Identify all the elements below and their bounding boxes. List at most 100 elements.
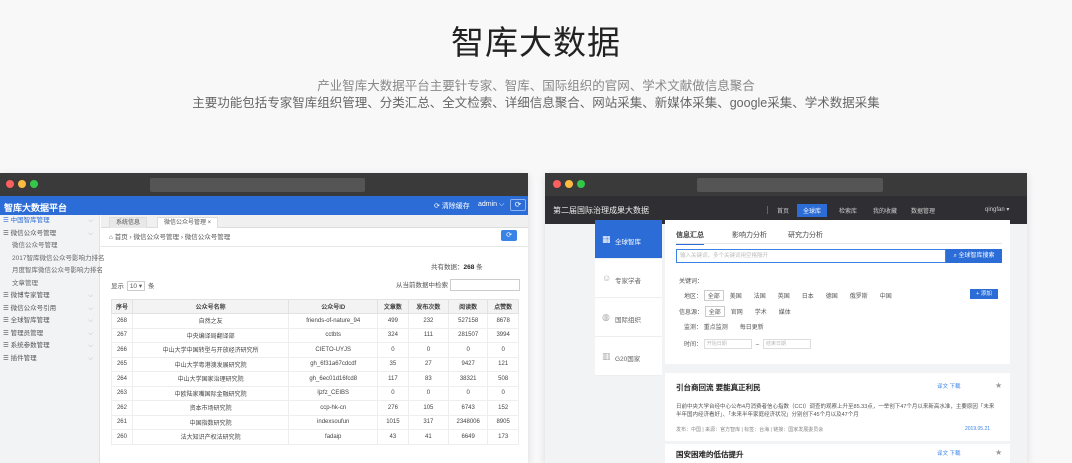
end-date-input[interactable]: 结束日期 <box>763 339 812 350</box>
breadcrumb-text: 首页 › 微信公众号管理 › 微信公众号管理 <box>114 234 231 241</box>
table-row[interactable]: 268 自然之友 friends-of-nature_94 499 232 527158 8… <box>111 313 519 329</box>
filter-option[interactable]: 中国 <box>880 294 892 300</box>
filter-option[interactable]: 媒体 <box>779 310 791 316</box>
filter-option[interactable]: 每日更新 <box>740 325 764 331</box>
result-title[interactable]: 引台商回流 要能真正利民 <box>676 382 761 393</box>
tab-influence[interactable]: 影响力分析 <box>732 230 767 240</box>
sidebar-item[interactable]: 文章管理 <box>0 278 99 291</box>
result-actions[interactable]: 译文 下载 <box>937 449 961 457</box>
keyword-search-input[interactable]: 输入关键词，多个关键词用空格隔开 <box>676 249 946 263</box>
table-cell: 527158 <box>448 313 489 329</box>
add-region-button[interactable]: + 添加 <box>970 289 998 299</box>
sidebar-item[interactable]: ☰ 管理员管理 ⌵ <box>0 328 99 341</box>
table-cell: 508 <box>487 371 519 387</box>
sidebar-item[interactable]: 2017智库微信公众号影响力排名 <box>0 253 104 266</box>
result-actions[interactable]: 译文 下载 <box>937 382 961 390</box>
sidebar-item[interactable]: 月度智库微信公众号影响力排名 <box>0 265 103 278</box>
result-card: 引台商回流 要能真正利民 译文 下载 ★ 日前中央大学台经中心公布4月消费者信心… <box>665 373 1010 441</box>
sidebar-item[interactable]: ☰ 插件管理 ⌵ <box>0 353 99 366</box>
table-row[interactable]: 265 中山大学粤港澳发展研究院 gh_6f31a67cdcdf 35 27 9427 12… <box>111 356 519 372</box>
filter-option[interactable]: 日本 <box>802 294 814 300</box>
tab-system-info[interactable]: 系统信息 <box>109 217 148 228</box>
filter-option[interactable]: 俄罗斯 <box>850 294 868 300</box>
nav-data-management[interactable]: 数据管理 <box>911 206 935 215</box>
filter-option[interactable]: 全部 <box>704 306 725 317</box>
column-header[interactable]: 阅读数 <box>448 299 489 314</box>
filter-option[interactable]: 德国 <box>826 294 838 300</box>
tab-research[interactable]: 研究力分析 <box>788 230 823 240</box>
sidebar-item-label: 文章管理 <box>12 279 38 287</box>
table-cell: 0 <box>407 385 450 401</box>
table-row[interactable]: 261 中国指数研究院 indexsoufun 1015 317 2348006 8905 <box>111 414 519 430</box>
star-icon[interactable]: ★ <box>995 448 1002 457</box>
sidebar-item[interactable]: ☰ 中国智库管理 ⌵ <box>0 215 99 228</box>
table-row[interactable]: 264 中山大学国家治理研究院 gh_6ec01d16fcd8 117 83 38321 5… <box>111 371 519 387</box>
nav-home[interactable]: 首页 <box>777 206 789 215</box>
filter-option[interactable]: 学术 <box>755 310 767 316</box>
search-label: 从当前数据中检索 <box>396 282 448 289</box>
filter-option[interactable]: 重点监测 <box>704 325 728 331</box>
start-date-input[interactable]: 开始日期 <box>703 339 752 350</box>
clear-cache-link[interactable]: ⟳ 清除缓存 <box>434 201 470 211</box>
nav-favorites[interactable]: 我的收藏 <box>873 206 897 215</box>
sidebar-item[interactable]: ☰ 微博专家管理 ⌵ <box>0 290 99 303</box>
table-row[interactable]: 263 中欧陆家嘴国际金融研究院 ljzfz_CEIBS 0 0 0 0 <box>111 385 519 401</box>
column-header[interactable]: 序号 <box>111 299 133 314</box>
star-icon[interactable]: ★ <box>995 381 1002 390</box>
filter-option[interactable]: 官网 <box>731 310 743 316</box>
bar-chart-icon: ▥ <box>602 351 611 361</box>
refresh-icon[interactable]: ⟳ <box>510 199 526 211</box>
show-unit: 条 <box>147 283 155 290</box>
filter-option[interactable]: 英国 <box>778 294 790 300</box>
keyword-label: 关键词： <box>679 279 704 285</box>
sidebar-item[interactable]: ☰ 系统参数管理 ⌵ <box>0 340 99 353</box>
user-menu[interactable]: qingfan ▾ <box>985 206 1009 213</box>
source-filter: 信息源： 全部 官网 学术 媒体 <box>679 306 803 317</box>
table-row[interactable]: 262 资本市场研究院 ccp-hk-cn 276 105 6743 152 <box>111 400 519 416</box>
tab-wechat-management[interactable]: 微信公众号管理 × <box>157 217 219 228</box>
source-options: 全部 官网 学术 媒体 <box>704 306 803 317</box>
table-row[interactable]: 266 中山大学中国转型与开放经济研究所 CIETO-UYJS 0 0 0 0 <box>111 342 519 358</box>
refresh-button[interactable]: ⟳ <box>501 230 517 241</box>
search-button[interactable]: ⌕ 全球智库搜索 <box>946 249 1002 263</box>
filter-option[interactable]: 全部 <box>703 290 724 301</box>
column-header[interactable]: 公众号名称 <box>131 299 290 314</box>
sidebar-item-label: 2017智库微信公众号影响力排名 <box>12 254 105 262</box>
table-row[interactable]: 260 法大知识产权法研究院 fadaip 43 41 6649 173 <box>111 429 519 445</box>
chevron-down-icon: ⌵ <box>88 354 93 362</box>
search-input[interactable] <box>450 279 520 292</box>
column-header[interactable]: 点赞数 <box>487 299 519 314</box>
side-item-global-thinktank[interactable]: ▦ 全球智库 <box>595 220 662 259</box>
sidebar-item[interactable]: ☰ 微信公众号管理 ⌵ <box>0 228 99 241</box>
result-title[interactable]: 国安困难的低估提升 <box>676 449 744 460</box>
side-item-g20[interactable]: ▥ G20国家 <box>595 337 662 376</box>
admin-screenshot-window: 智库大数据平台 ⟳ 清除缓存 admin ⌵ ⟳ ☰ 中国智库管理 ⌵ ☰ 微信公众… <box>0 173 528 463</box>
side-item-intl-org[interactable]: ◍ 国际组织 <box>595 298 662 337</box>
sidebar-item[interactable]: 微信公众号管理 <box>0 240 99 253</box>
tab-bar: 系统信息 微信公众号管理 × <box>101 215 528 228</box>
nav-global[interactable]: 全球库 <box>797 204 828 217</box>
sidebar-item[interactable]: ☰ 微信公众号引用 ⌵ <box>0 303 99 316</box>
portal-logo: 第二届国际治理成果大数据 <box>553 206 649 215</box>
filter-option[interactable]: 美国 <box>730 294 742 300</box>
total-unit: 条 <box>476 264 483 271</box>
table-cell: 121 <box>487 356 519 372</box>
minimize-dot-icon <box>565 180 573 188</box>
result-meta: 发布：中国 | 来源：官方智库 | 标签：台海 | 链接：国家发展委员会 <box>676 427 824 433</box>
table-cell: 8905 <box>487 414 519 430</box>
admin-menu[interactable]: admin ⌵ <box>478 201 504 209</box>
table-cell: 中山大学国家治理研究院 <box>131 371 290 387</box>
column-header[interactable]: 公众号ID <box>288 299 379 314</box>
column-header[interactable]: 文章数 <box>377 299 409 314</box>
sidebar-item[interactable]: ☰ 全球智库管理 ⌵ <box>0 315 99 328</box>
page-size-select[interactable]: 10 ▾ <box>126 281 146 291</box>
side-item-experts[interactable]: ☺ 专家学者 <box>595 259 662 298</box>
table-row[interactable]: 267 中央编译局翻译部 cctbts 324 111 281507 3994 <box>111 327 519 343</box>
menu-icon: ☰ <box>3 329 11 337</box>
nav-search[interactable]: 检索库 <box>839 206 857 215</box>
table-cell: 173 <box>487 429 519 445</box>
show-label: 显示 <box>111 283 124 290</box>
side-label: G20国家 <box>615 356 641 363</box>
filter-option[interactable]: 法国 <box>754 294 766 300</box>
column-header[interactable]: 发布次数 <box>407 299 450 314</box>
